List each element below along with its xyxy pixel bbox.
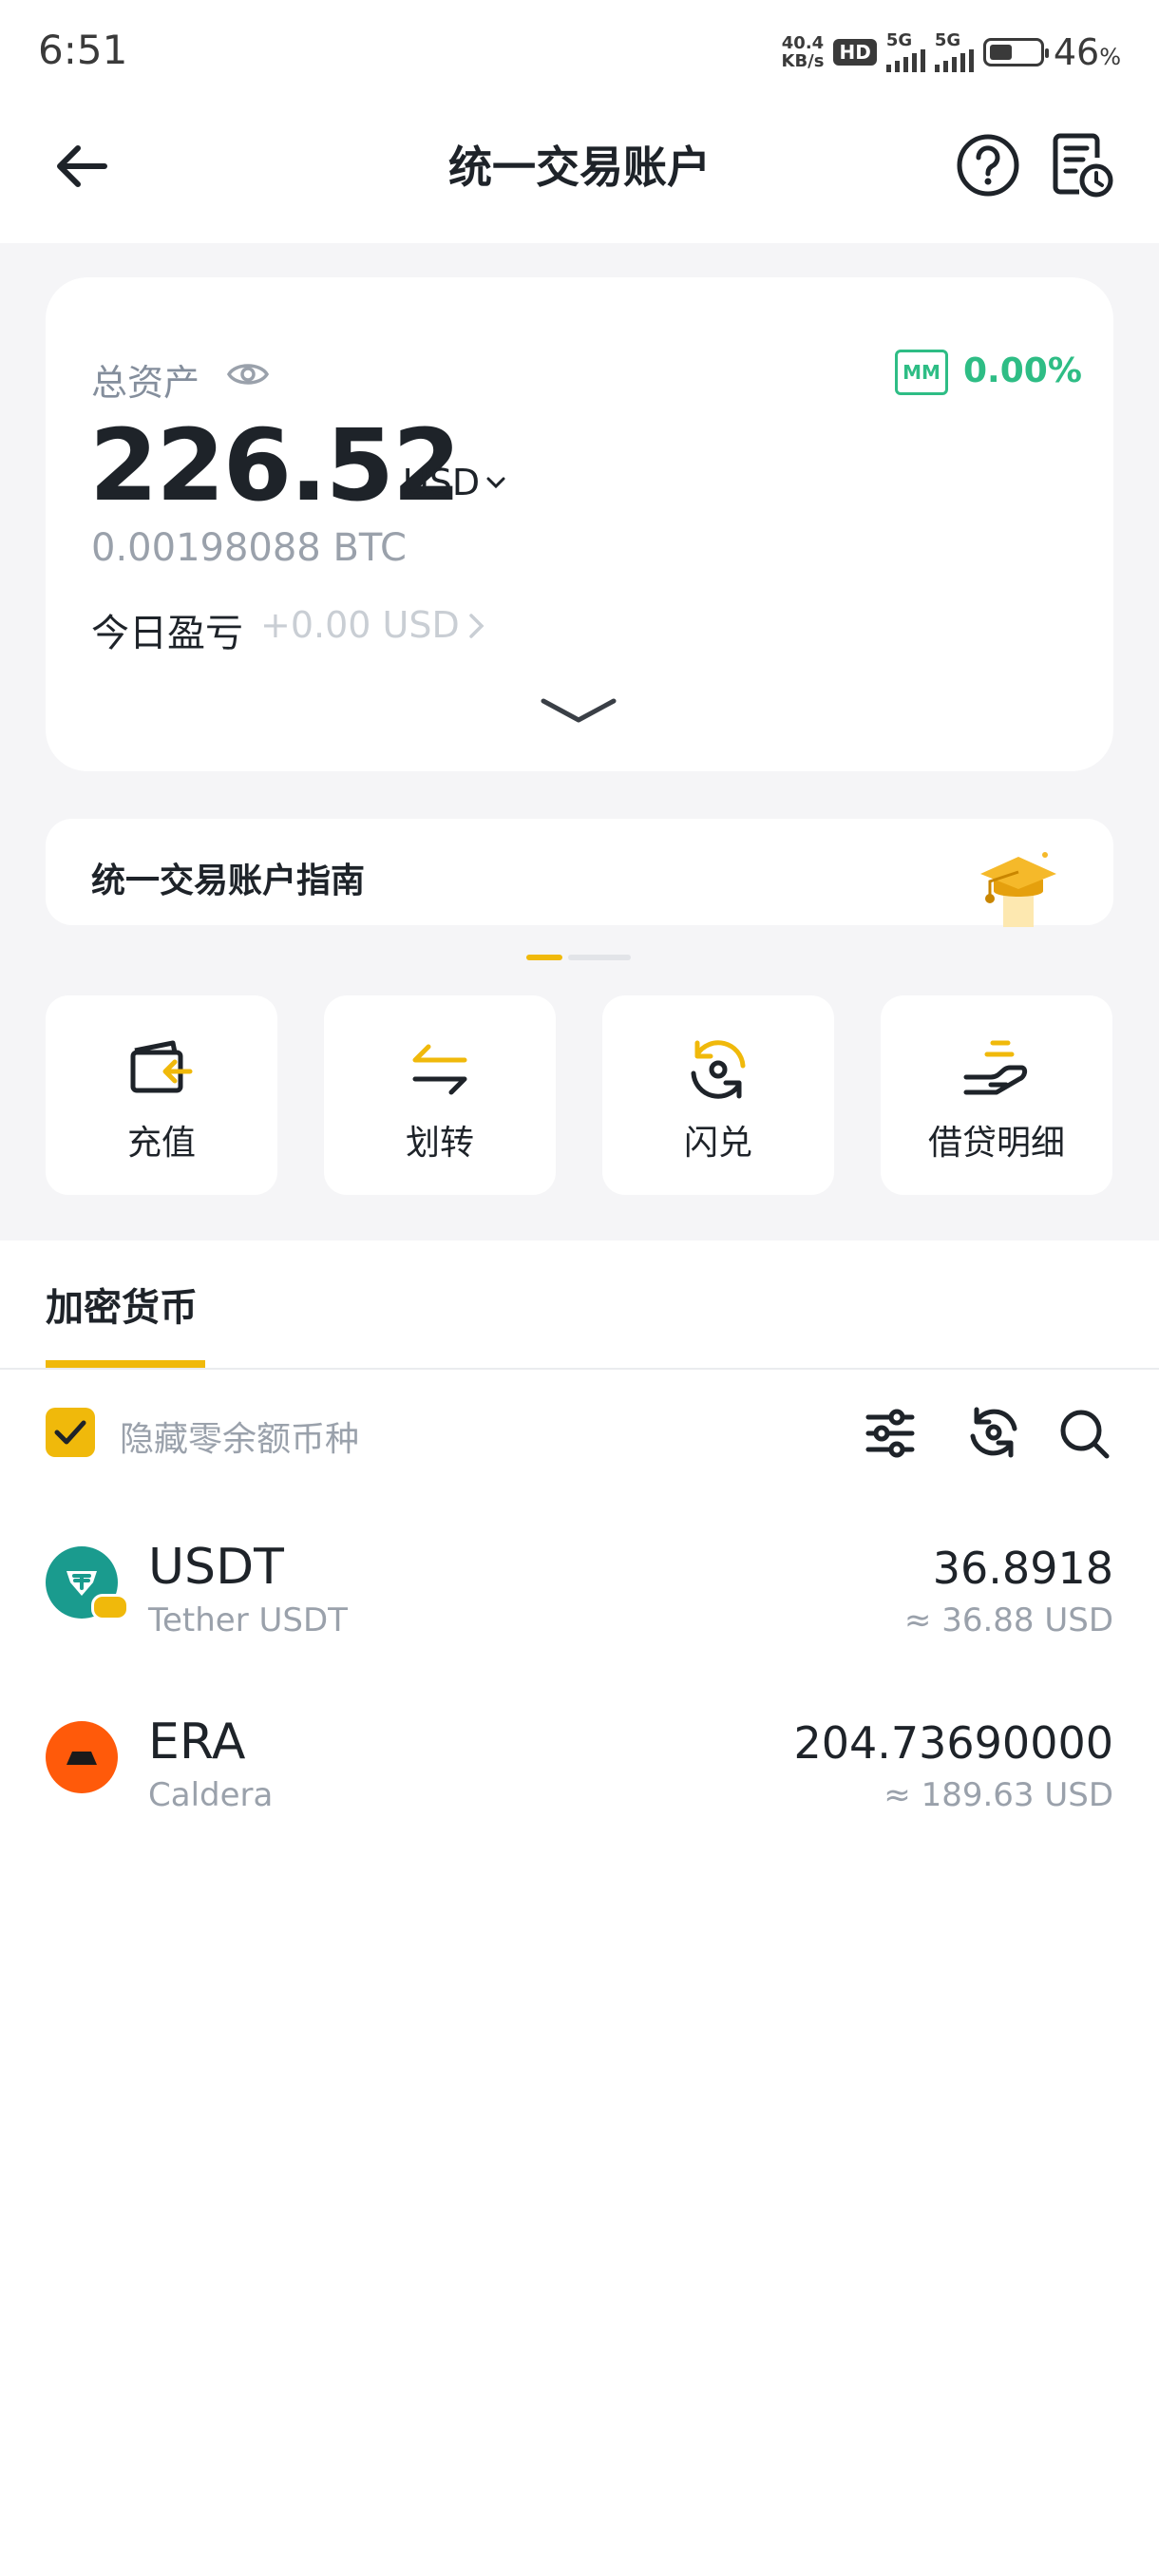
convert-icon <box>691 1040 746 1099</box>
asset-balance: 36.8918 <box>932 1543 1113 1594</box>
hd-voice-badge: HD <box>833 39 877 66</box>
chevron-right-icon[interactable] <box>466 612 488 640</box>
help-button[interactable] <box>954 131 1022 199</box>
transfer-arrows-icon <box>412 1044 467 1095</box>
hide-zero-label[interactable]: 隐藏零余额币种 <box>120 1411 359 1461</box>
transfer-label: 划转 <box>405 1124 474 1163</box>
carousel-indicator <box>526 955 631 960</box>
search-icon[interactable] <box>1056 1406 1112 1461</box>
loan-details-label: 借贷明细 <box>927 1124 1065 1163</box>
asset-symbol: USDT <box>148 1539 284 1596</box>
sim1-signal-icon: 5G <box>885 32 925 72</box>
carousel-dot-active <box>526 955 562 960</box>
document-clock-icon <box>1053 133 1113 198</box>
battery-percent: 46% <box>1053 31 1121 73</box>
today-pnl-label[interactable]: 今日盈亏 <box>91 602 243 657</box>
deposit-label: 充值 <box>126 1124 196 1163</box>
tab-active-indicator <box>46 1360 205 1368</box>
guide-title[interactable]: 统一交易账户指南 <box>91 853 365 902</box>
network-speed: 40.4 KB/s <box>781 33 825 71</box>
checkmark-icon <box>54 1420 86 1445</box>
asset-row-usdt[interactable]: USDT Tether USDT 36.8918 ≈ 36.88 USD <box>0 1508 1159 1657</box>
loan-details-button[interactable]: 借贷明细 <box>881 995 1112 1195</box>
asset-symbol: ERA <box>148 1714 246 1771</box>
asset-usd-value: ≈ 189.63 USD <box>884 1776 1113 1814</box>
today-pnl-value[interactable]: +0.00 USD <box>260 604 460 646</box>
chevron-down-icon <box>486 477 505 489</box>
total-assets-label: 总资产 <box>91 362 200 404</box>
asset-name: Tether USDT <box>148 1601 348 1639</box>
era-coin-icon <box>46 1721 118 1793</box>
status-indicators: 40.4 KB/s HD 5G 5G 46% <box>782 28 1121 76</box>
convert-button[interactable]: 闪兑 <box>602 995 834 1195</box>
hide-zero-checkbox[interactable] <box>46 1408 95 1457</box>
btc-equivalent: 0.00198088 BTC <box>91 526 407 570</box>
tab-crypto[interactable]: 加密货币 <box>46 1277 198 1332</box>
currency-label: USD <box>403 462 481 503</box>
graduation-cap-icon <box>977 847 1062 927</box>
convert-label: 闪兑 <box>683 1124 752 1163</box>
loan-hand-icon <box>963 1040 1028 1095</box>
refresh-convert-icon[interactable] <box>965 1404 1022 1461</box>
transfer-button[interactable]: 划转 <box>324 995 556 1195</box>
status-time: 6:51 <box>38 27 128 73</box>
tab-divider <box>0 1368 1159 1370</box>
asset-usd-value: ≈ 36.88 USD <box>903 1601 1113 1639</box>
deposit-wallet-icon <box>130 1040 193 1093</box>
carousel-dot <box>568 955 631 960</box>
sim2-signal-icon: 5G <box>934 32 974 72</box>
asset-row-era[interactable]: ERA Caldera 204.73690000 ≈ 189.63 USD <box>0 1683 1159 1831</box>
expand-chevron-icon[interactable] <box>538 693 619 728</box>
currency-selector[interactable]: USD <box>403 462 506 503</box>
earn-badge-icon <box>91 1594 129 1620</box>
mm-badge[interactable]: MM <box>895 350 948 395</box>
eye-icon[interactable] <box>226 355 270 393</box>
margin-ratio[interactable]: 0.00% <box>963 351 1082 390</box>
records-button[interactable] <box>1045 129 1117 201</box>
filter-icon[interactable] <box>863 1406 918 1461</box>
deposit-button[interactable]: 充值 <box>46 995 277 1195</box>
asset-balance: 204.73690000 <box>793 1717 1113 1769</box>
battery-icon <box>982 38 1049 66</box>
asset-name: Caldera <box>148 1776 274 1814</box>
question-circle-icon <box>957 134 1019 197</box>
